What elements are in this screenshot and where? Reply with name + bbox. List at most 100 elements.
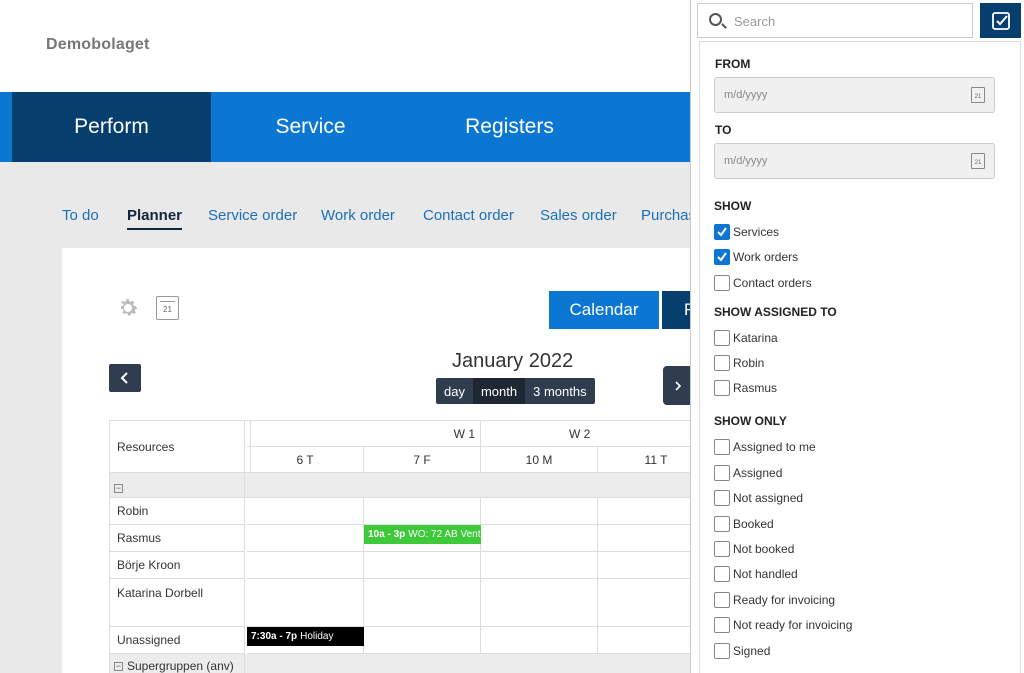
checkbox-booked[interactable]: Booked	[714, 515, 774, 533]
range-day-button[interactable]: day	[436, 378, 473, 404]
subnav-todo[interactable]: To do	[62, 207, 99, 224]
schedule-cell[interactable]	[481, 579, 598, 627]
checkbox-assigned[interactable]: Assigned	[714, 464, 782, 482]
schedule-cell[interactable]	[598, 579, 690, 627]
checkbox-assigned-rasmus[interactable]: Rasmus	[714, 379, 777, 397]
calendar-icon[interactable]: 21	[971, 153, 985, 169]
main-nav-perform[interactable]: Perform	[12, 92, 211, 162]
collapse-icon: −	[114, 483, 123, 493]
checkbox[interactable]	[714, 465, 730, 481]
calendar-icon[interactable]: 21	[156, 296, 179, 320]
checkbox-label: Services	[733, 225, 780, 239]
schedule-cell[interactable]	[598, 498, 690, 525]
event-time: 10a - 3p	[368, 529, 406, 540]
date-placeholder: m/d/yyyy	[724, 155, 768, 167]
event-holiday[interactable]: 7:30a - 7p Holiday	[247, 627, 364, 646]
resource-name: Unassigned	[110, 627, 245, 654]
checkbox[interactable]	[714, 490, 730, 506]
checkbox-label: Not handled	[733, 567, 798, 581]
schedule-cell[interactable]	[481, 552, 598, 579]
checkbox-not-booked[interactable]: Not booked	[714, 540, 794, 558]
range-month-button[interactable]: month	[472, 378, 526, 404]
event-work-order[interactable]: 10a - 3p WO: 72 AB Ventil	[364, 525, 481, 544]
from-date-field[interactable]: m/d/yyyy 21	[714, 77, 995, 113]
main-nav-service[interactable]: Service	[211, 92, 410, 162]
checkbox-signed[interactable]: Signed	[714, 642, 770, 660]
checkbox[interactable]	[714, 330, 730, 346]
checkbox[interactable]	[714, 617, 730, 633]
subnav-planner[interactable]: Planner	[127, 207, 183, 230]
show-only-label: SHOW ONLY	[714, 414, 787, 428]
date-placeholder: m/d/yyyy	[724, 89, 768, 101]
group-name: Supergruppen (anv)	[127, 659, 234, 673]
calendar-icon[interactable]: 21	[971, 87, 985, 103]
checkbox-services[interactable]: Services	[714, 223, 779, 241]
checkbox[interactable]	[714, 643, 730, 659]
to-date-field[interactable]: m/d/yyyy 21	[714, 143, 995, 179]
subnav-purchase-order[interactable]: Purchas	[641, 207, 696, 224]
schedule-cell[interactable]	[364, 498, 481, 525]
company-name: Demobolaget	[46, 36, 150, 53]
week-1-header: W 1	[247, 421, 481, 447]
subnav-work-order[interactable]: Work order	[321, 207, 395, 224]
checkbox-assigned-to-me[interactable]: Assigned to me	[714, 438, 816, 456]
schedule-cell[interactable]	[598, 552, 690, 579]
schedule-cell[interactable]	[364, 552, 481, 579]
checkbox-not-assigned[interactable]: Not assigned	[714, 489, 803, 507]
calendar-title: January 2022	[452, 350, 574, 372]
next-period-button[interactable]	[663, 366, 693, 405]
checkbox-label: Robin	[733, 356, 765, 370]
checkbox-check-icon	[991, 11, 1010, 30]
checkbox-assigned-robin[interactable]: Robin	[714, 354, 764, 372]
week-2-header: W 2	[481, 421, 690, 447]
checkbox-label: Ready for invoicing	[733, 593, 836, 607]
resource-name: Börje Kroon	[110, 552, 245, 579]
search-input[interactable]	[734, 11, 954, 31]
checkbox-not-ready-for-invoicing[interactable]: Not ready for invoicing	[714, 616, 852, 634]
checkbox-not-handled[interactable]: Not handled	[714, 565, 798, 583]
checkbox[interactable]	[714, 275, 730, 291]
schedule-cell[interactable]	[364, 579, 481, 627]
resource-name: Katarina Dorbell	[110, 579, 245, 627]
checkbox-label: Assigned to me	[733, 440, 816, 454]
subnav-sales-order[interactable]: Sales order	[540, 207, 617, 224]
schedule-cell[interactable]	[598, 627, 690, 654]
prev-period-button[interactable]	[109, 364, 141, 392]
main-nav-registers[interactable]: Registers	[410, 92, 609, 162]
schedule-cell[interactable]	[598, 525, 690, 552]
schedule-cell[interactable]	[247, 579, 364, 627]
schedule-cell[interactable]	[481, 627, 598, 654]
group-collapse-toggle[interactable]: −	[110, 473, 245, 498]
checkbox[interactable]	[714, 380, 730, 396]
checkbox[interactable]	[714, 355, 730, 371]
checkbox[interactable]	[714, 224, 730, 240]
schedule-cell[interactable]	[247, 552, 364, 579]
event-time: 7:30a - 7p	[251, 631, 298, 642]
collapse-icon: −	[114, 660, 123, 671]
checkbox[interactable]	[714, 592, 730, 608]
checkbox[interactable]	[714, 439, 730, 455]
checkbox-work-orders[interactable]: Work orders	[714, 248, 798, 266]
calendar-view-button[interactable]: Calendar	[549, 291, 659, 329]
schedule-cell[interactable]	[247, 498, 364, 525]
planner-grid: Resources W 1 W 2 6 T 7 F 10 M 11 T − Ro…	[109, 420, 690, 673]
group-header-supergruppen[interactable]: − Supergruppen (anv)	[110, 654, 245, 673]
schedule-cell[interactable]	[364, 627, 481, 654]
resource-name: Rasmus	[110, 525, 245, 552]
gear-icon[interactable]	[116, 296, 140, 320]
checkbox[interactable]	[714, 516, 730, 532]
subnav-contact-order[interactable]: Contact order	[423, 207, 514, 224]
checkbox-assigned-katarina[interactable]: Katarina	[714, 329, 778, 347]
schedule-cell[interactable]	[247, 525, 364, 552]
schedule-cell[interactable]	[481, 498, 598, 525]
checkbox[interactable]	[714, 566, 730, 582]
checkbox-ready-for-invoicing[interactable]: Ready for invoicing	[714, 591, 835, 609]
day-header: 6 T	[247, 447, 364, 473]
subnav-service-order[interactable]: Service order	[208, 207, 297, 224]
schedule-cell[interactable]	[481, 525, 598, 552]
checkbox[interactable]	[714, 541, 730, 557]
checkbox-contact-orders[interactable]: Contact orders	[714, 274, 812, 292]
range-3months-button[interactable]: 3 months	[525, 378, 594, 404]
apply-filter-button[interactable]	[980, 3, 1021, 38]
checkbox[interactable]	[714, 249, 730, 265]
